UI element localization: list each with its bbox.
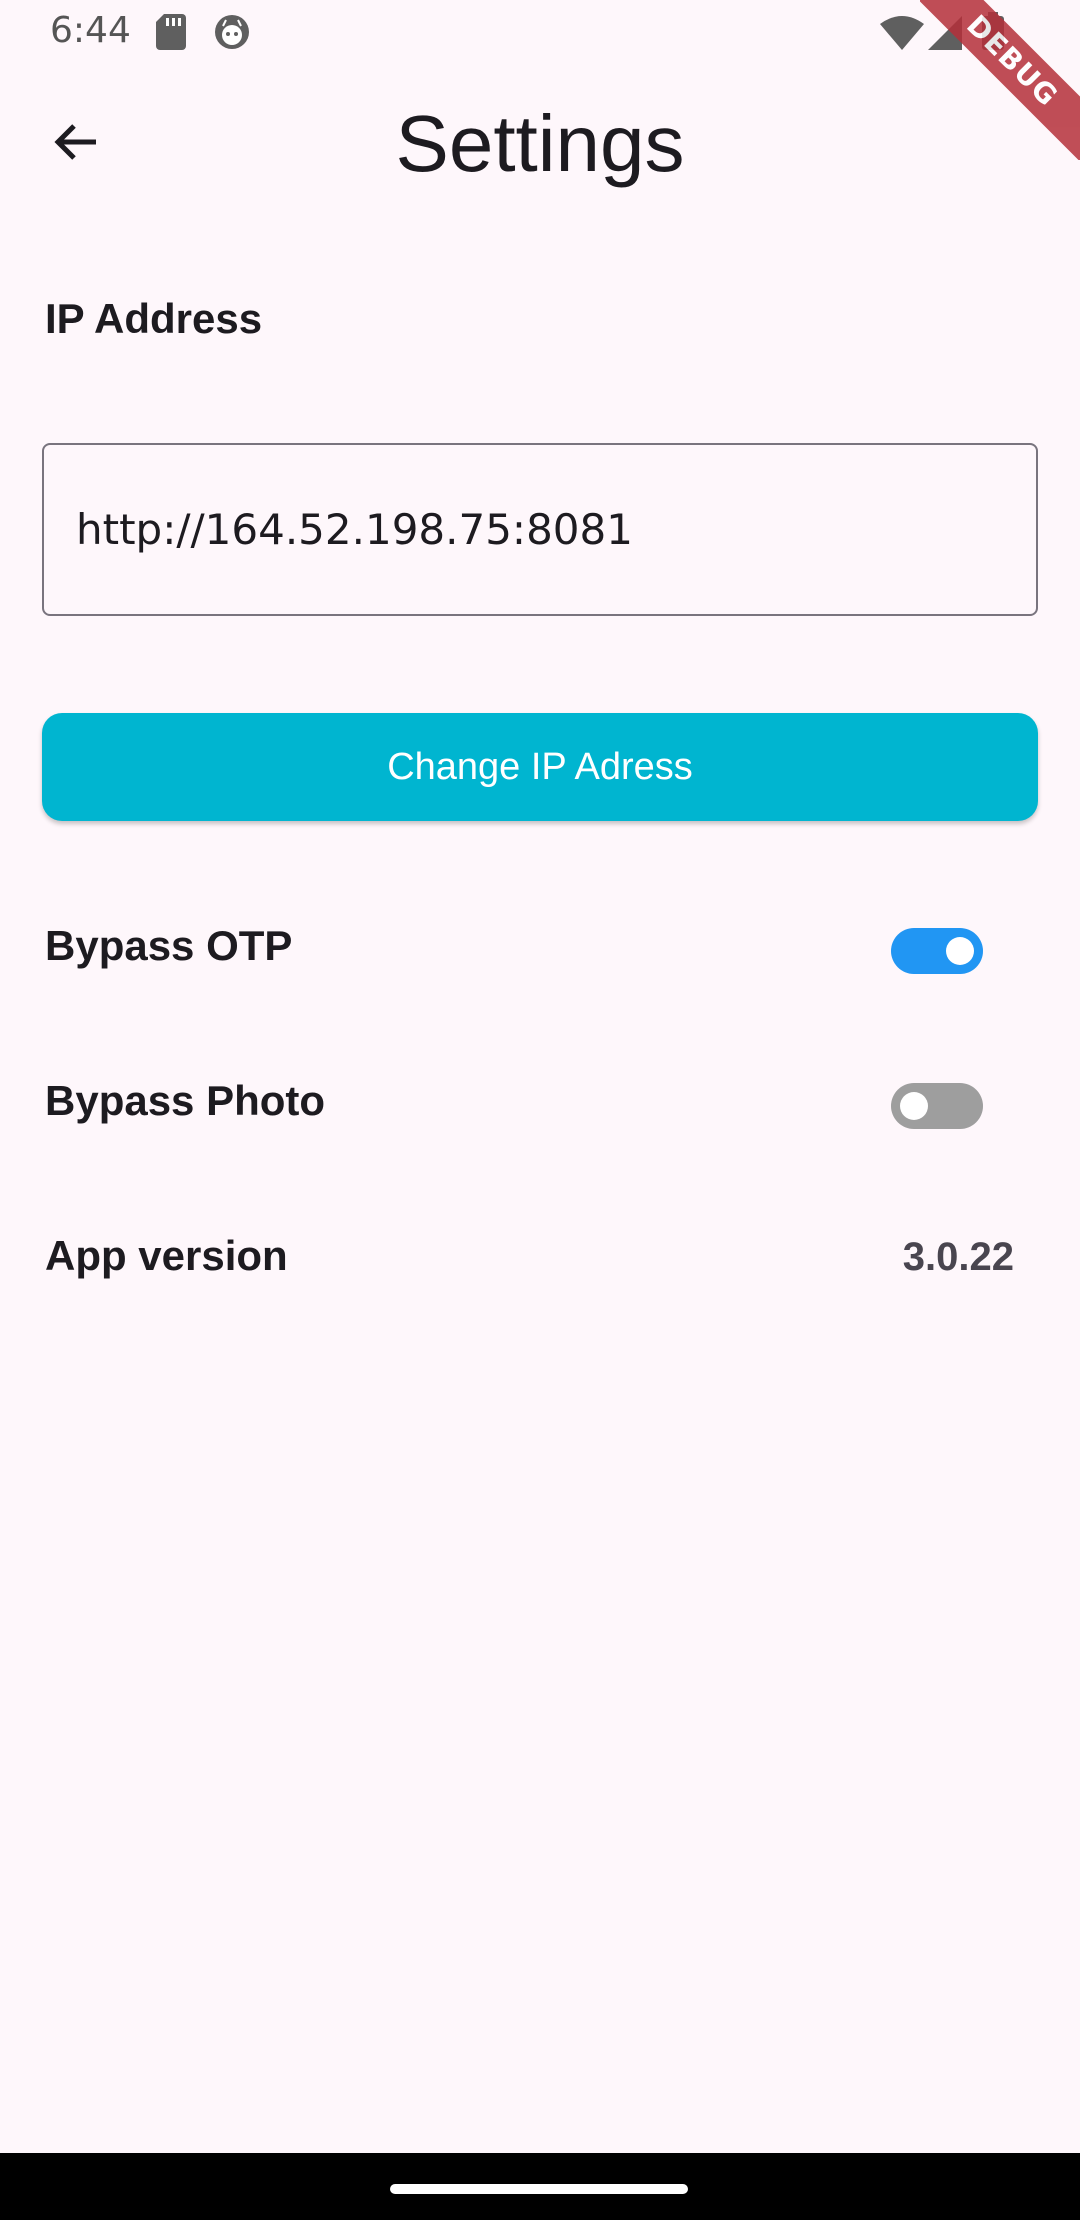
toggle-knob — [900, 1092, 928, 1120]
app-bar: Settings — [0, 70, 1080, 216]
ip-address-label: IP Address — [45, 295, 263, 342]
android-face-icon — [214, 14, 250, 55]
system-nav-bar — [0, 2153, 1080, 2220]
home-indicator[interactable] — [390, 2184, 688, 2194]
change-ip-button[interactable]: Change IP Adress — [42, 713, 1038, 821]
bypass-otp-toggle[interactable] — [891, 928, 983, 974]
bypass-otp-label: Bypass OTP — [45, 922, 293, 969]
app-version-label: App version — [45, 1232, 288, 1279]
app-version-value: 3.0.22 — [902, 1235, 1014, 1279]
sd-card-icon — [156, 14, 186, 55]
status-bar: 6:44 — [0, 0, 1080, 66]
status-time: 6:44 — [50, 10, 131, 51]
ip-address-input[interactable] — [42, 443, 1038, 616]
wifi-icon — [880, 16, 924, 55]
page-title: Settings — [395, 99, 685, 188]
toggle-knob — [946, 937, 974, 965]
bypass-photo-label: Bypass Photo — [45, 1077, 326, 1124]
bypass-photo-toggle[interactable] — [891, 1083, 983, 1129]
